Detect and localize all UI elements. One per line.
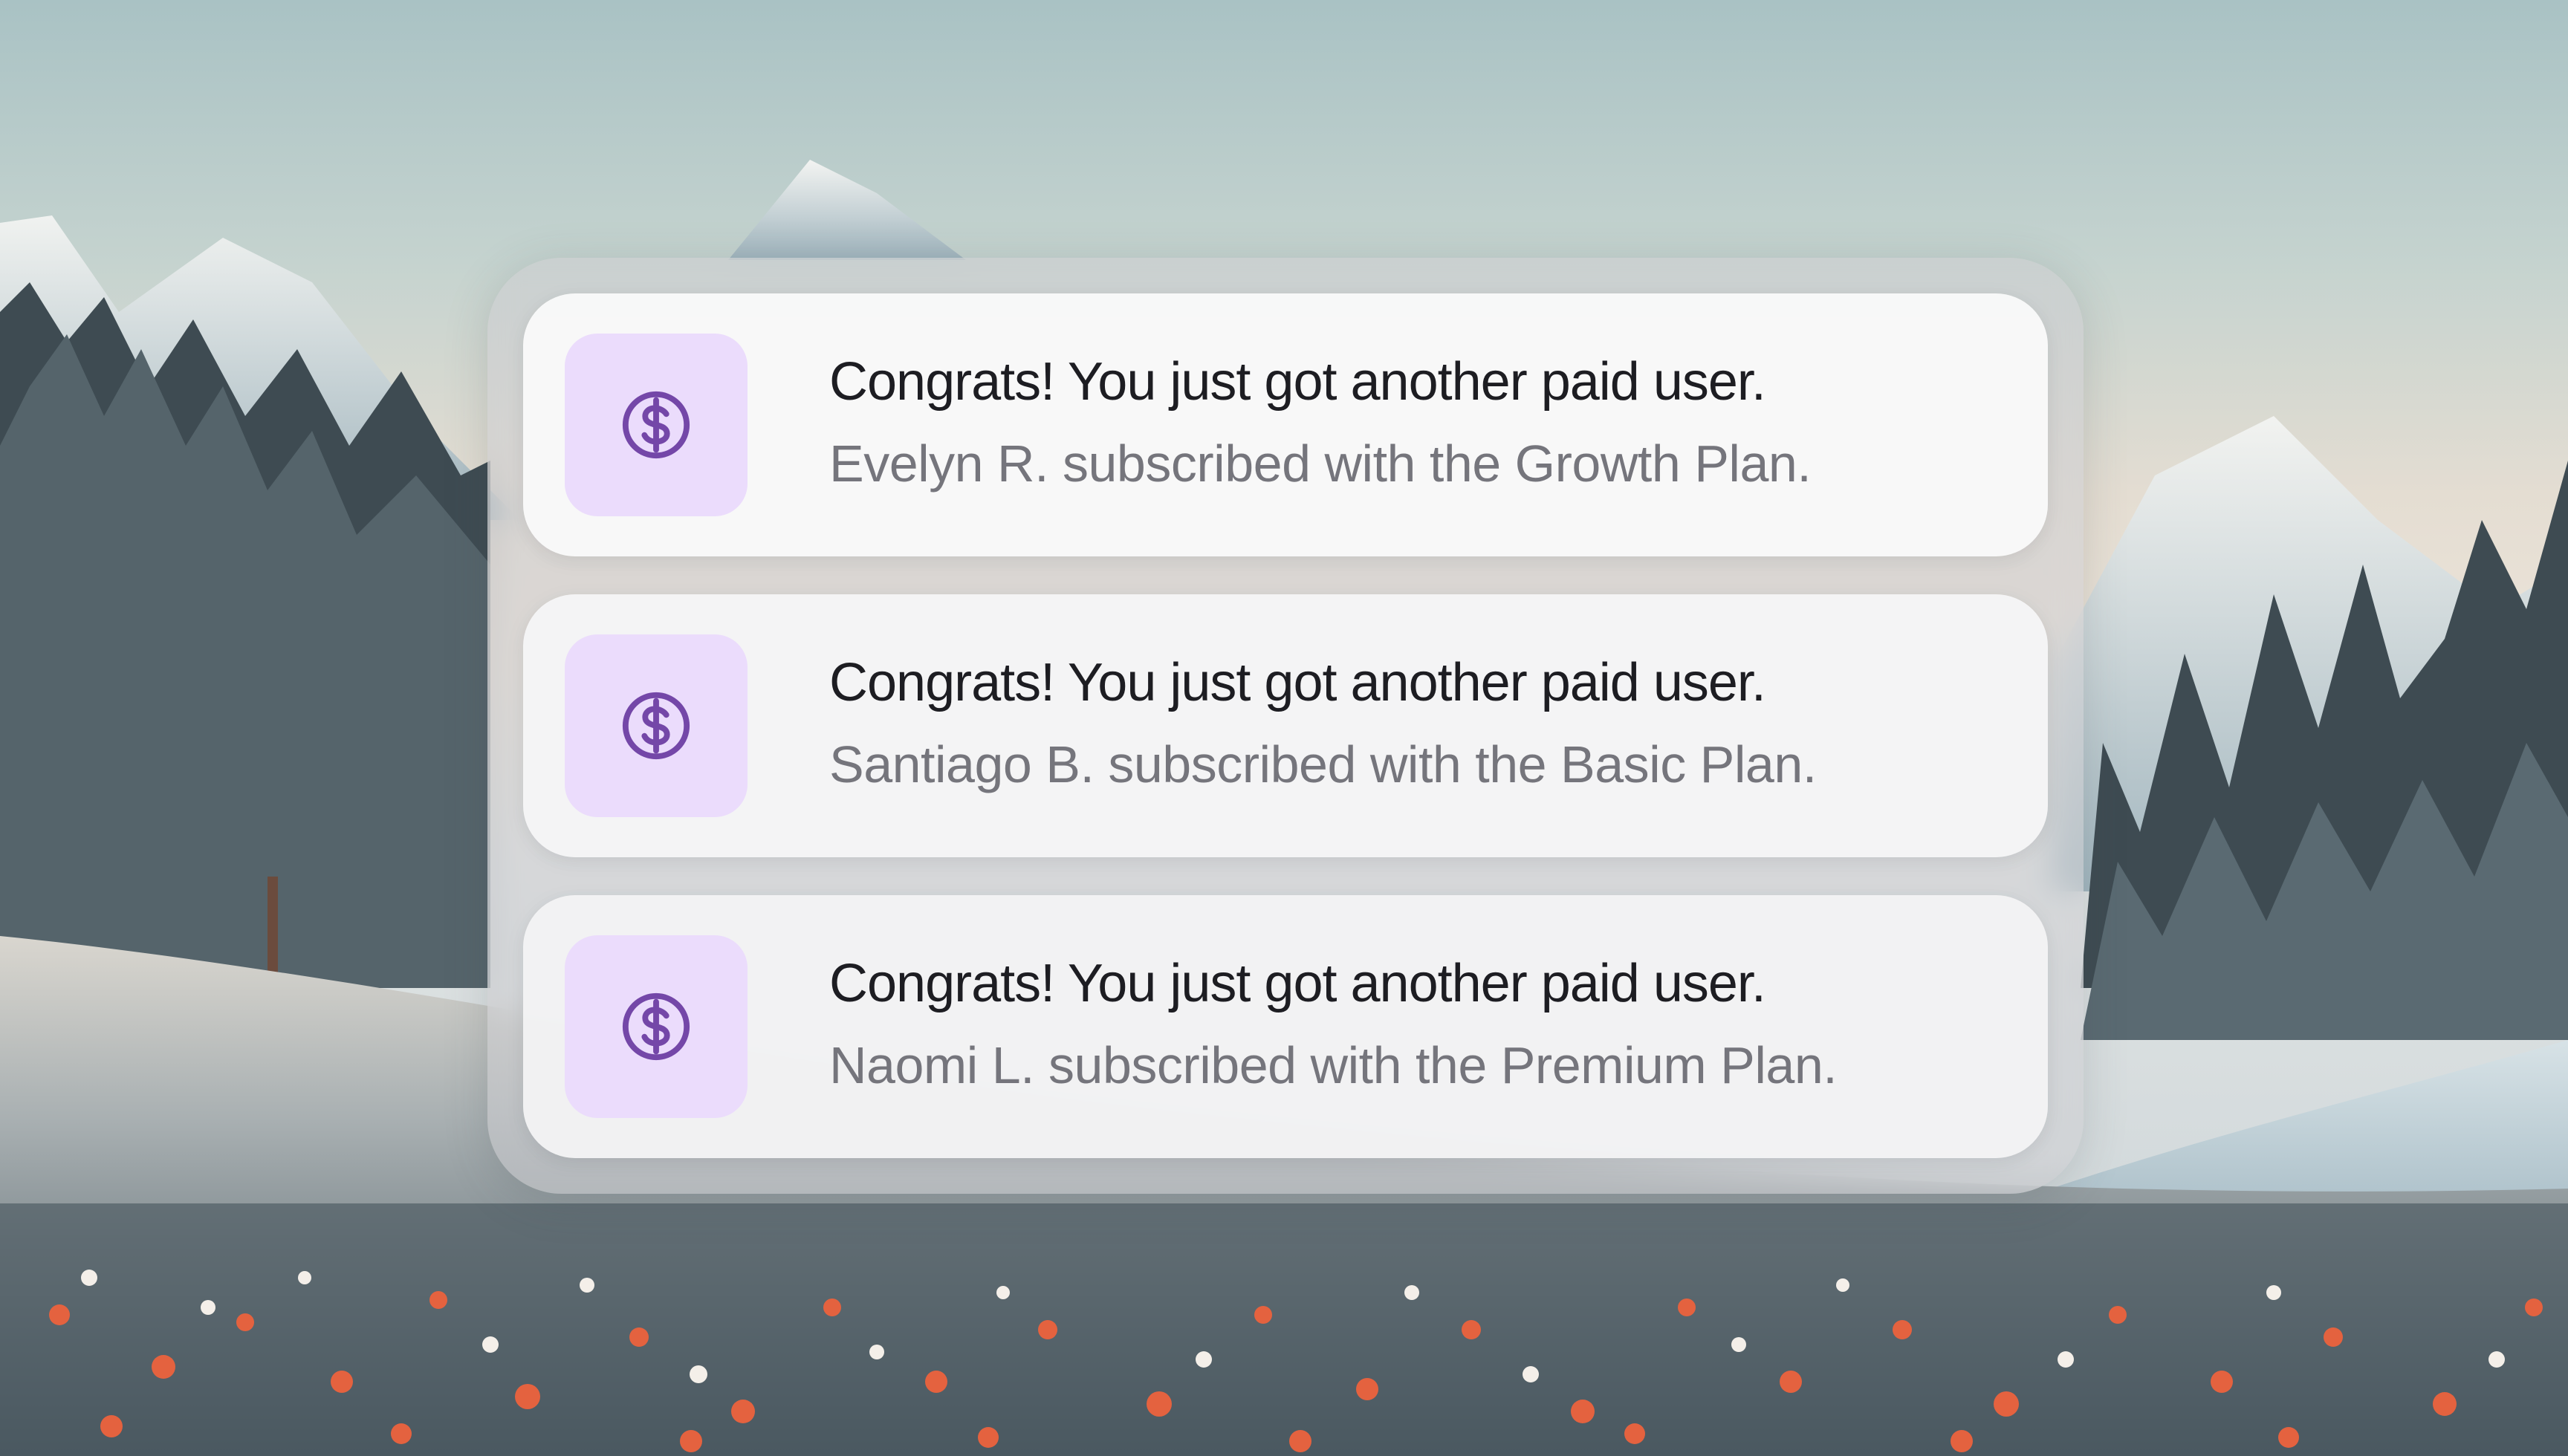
- notification-card[interactable]: Congrats! You just got another paid user…: [523, 293, 2048, 556]
- notification-title: Congrats! You just got another paid user…: [829, 352, 1766, 412]
- dollar-circle-icon: [622, 692, 690, 760]
- notification-message: Santiago B. subscribed with the Basic Pl…: [829, 735, 1817, 793]
- dollar-circle-icon: [622, 391, 690, 459]
- notification-card[interactable]: Congrats! You just got another paid user…: [523, 594, 2048, 857]
- dollar-circle-icon: [622, 992, 690, 1061]
- icon-tile: [565, 935, 748, 1118]
- notification-stack: Congrats! You just got another paid user…: [487, 258, 2084, 1194]
- notification-card[interactable]: Congrats! You just got another paid user…: [523, 895, 2048, 1158]
- notification-message: Naomi L. subscribed with the Premium Pla…: [829, 1036, 1838, 1094]
- icon-tile: [565, 634, 748, 817]
- notification-message: Evelyn R. subscribed with the Growth Pla…: [829, 435, 1812, 493]
- notification-title: Congrats! You just got another paid user…: [829, 653, 1766, 712]
- notification-title: Congrats! You just got another paid user…: [829, 954, 1766, 1013]
- icon-tile: [565, 334, 748, 516]
